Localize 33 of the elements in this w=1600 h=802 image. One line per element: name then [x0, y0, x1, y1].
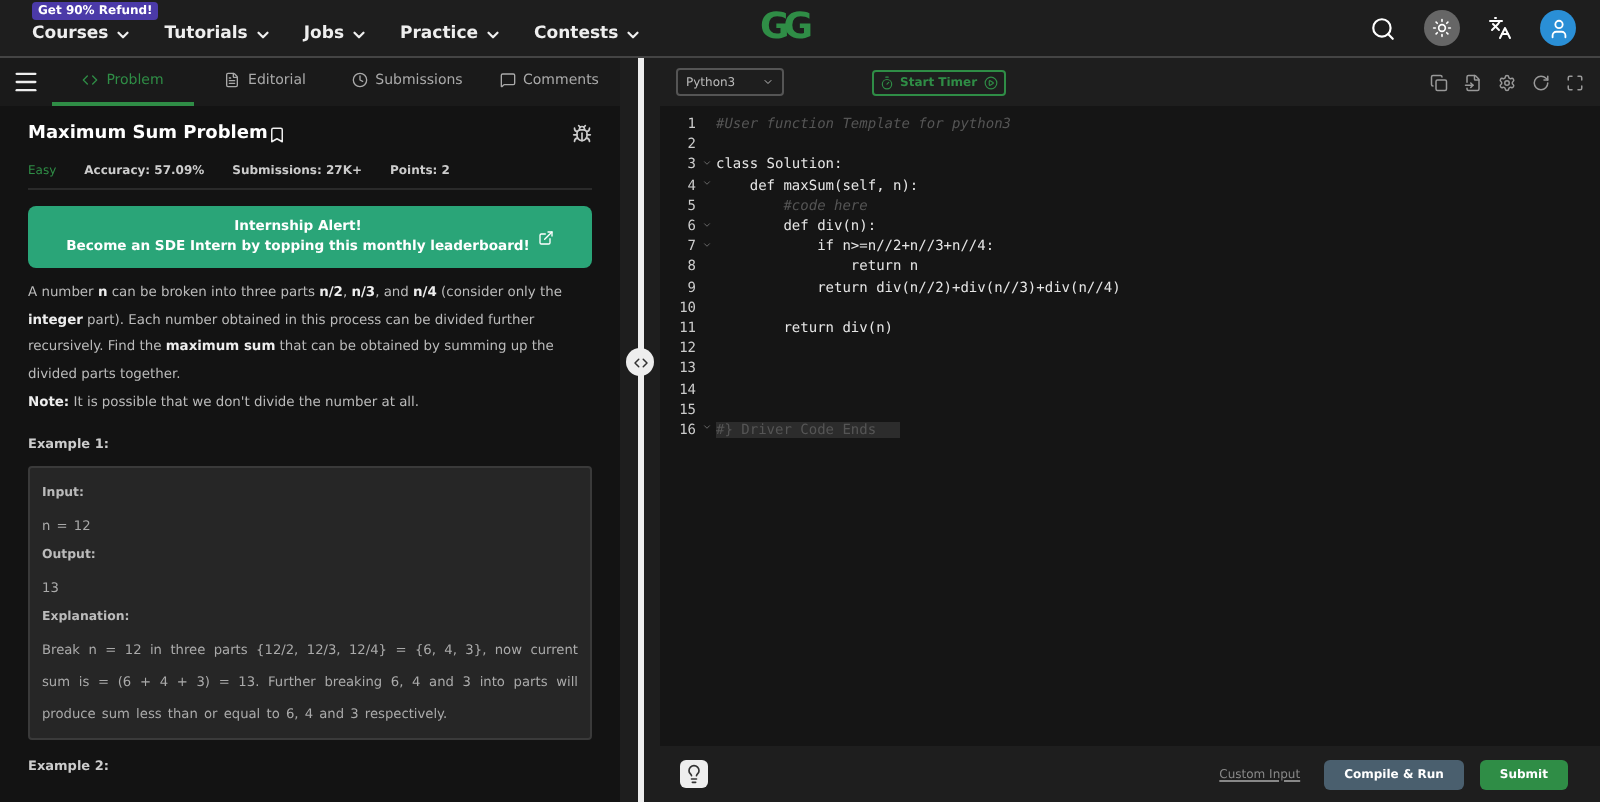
- chevron-down-icon: [762, 76, 774, 88]
- nav-menu-item[interactable]: Tutorials: [164, 24, 272, 44]
- clock-icon: [351, 72, 368, 88]
- menu-icon[interactable]: [12, 68, 40, 96]
- translate-icon[interactable]: [1488, 16, 1512, 40]
- external-link-icon: [537, 229, 554, 245]
- sun-icon: [1432, 18, 1452, 38]
- arrows-icon: [631, 353, 649, 371]
- bookmark-icon[interactable]: [267, 125, 286, 143]
- avatar[interactable]: [1540, 10, 1576, 46]
- site-logo[interactable]: GG: [760, 6, 808, 48]
- document-icon: [224, 72, 241, 88]
- bug-icon[interactable]: [572, 124, 592, 144]
- lightbulb-icon: [684, 764, 704, 784]
- problem-title: Maximum Sum Problem: [28, 124, 268, 144]
- nav-menu-item[interactable]: Practice: [400, 24, 502, 44]
- code-icon: [82, 72, 99, 88]
- lightbulb-button[interactable]: [680, 760, 708, 788]
- timer-icon: [880, 75, 894, 89]
- play-icon: [983, 75, 998, 89]
- reset-icon[interactable]: [1532, 73, 1550, 91]
- file-icon[interactable]: [1464, 73, 1482, 91]
- nav-menu-item[interactable]: Courses: [32, 24, 133, 44]
- person-icon: [1547, 17, 1569, 39]
- chat-bubble-icon: [499, 72, 516, 88]
- fullscreen-icon[interactable]: [1566, 73, 1584, 91]
- copy-icon[interactable]: [1430, 73, 1448, 91]
- nav-menu-item[interactable]: Contests: [534, 24, 643, 44]
- nav-menu-item[interactable]: Jobs: [303, 24, 369, 44]
- search-icon[interactable]: [1370, 15, 1396, 41]
- settings-icon[interactable]: [1498, 73, 1516, 91]
- theme-toggle[interactable]: [1424, 10, 1460, 46]
- resize-handle[interactable]: [626, 348, 654, 376]
